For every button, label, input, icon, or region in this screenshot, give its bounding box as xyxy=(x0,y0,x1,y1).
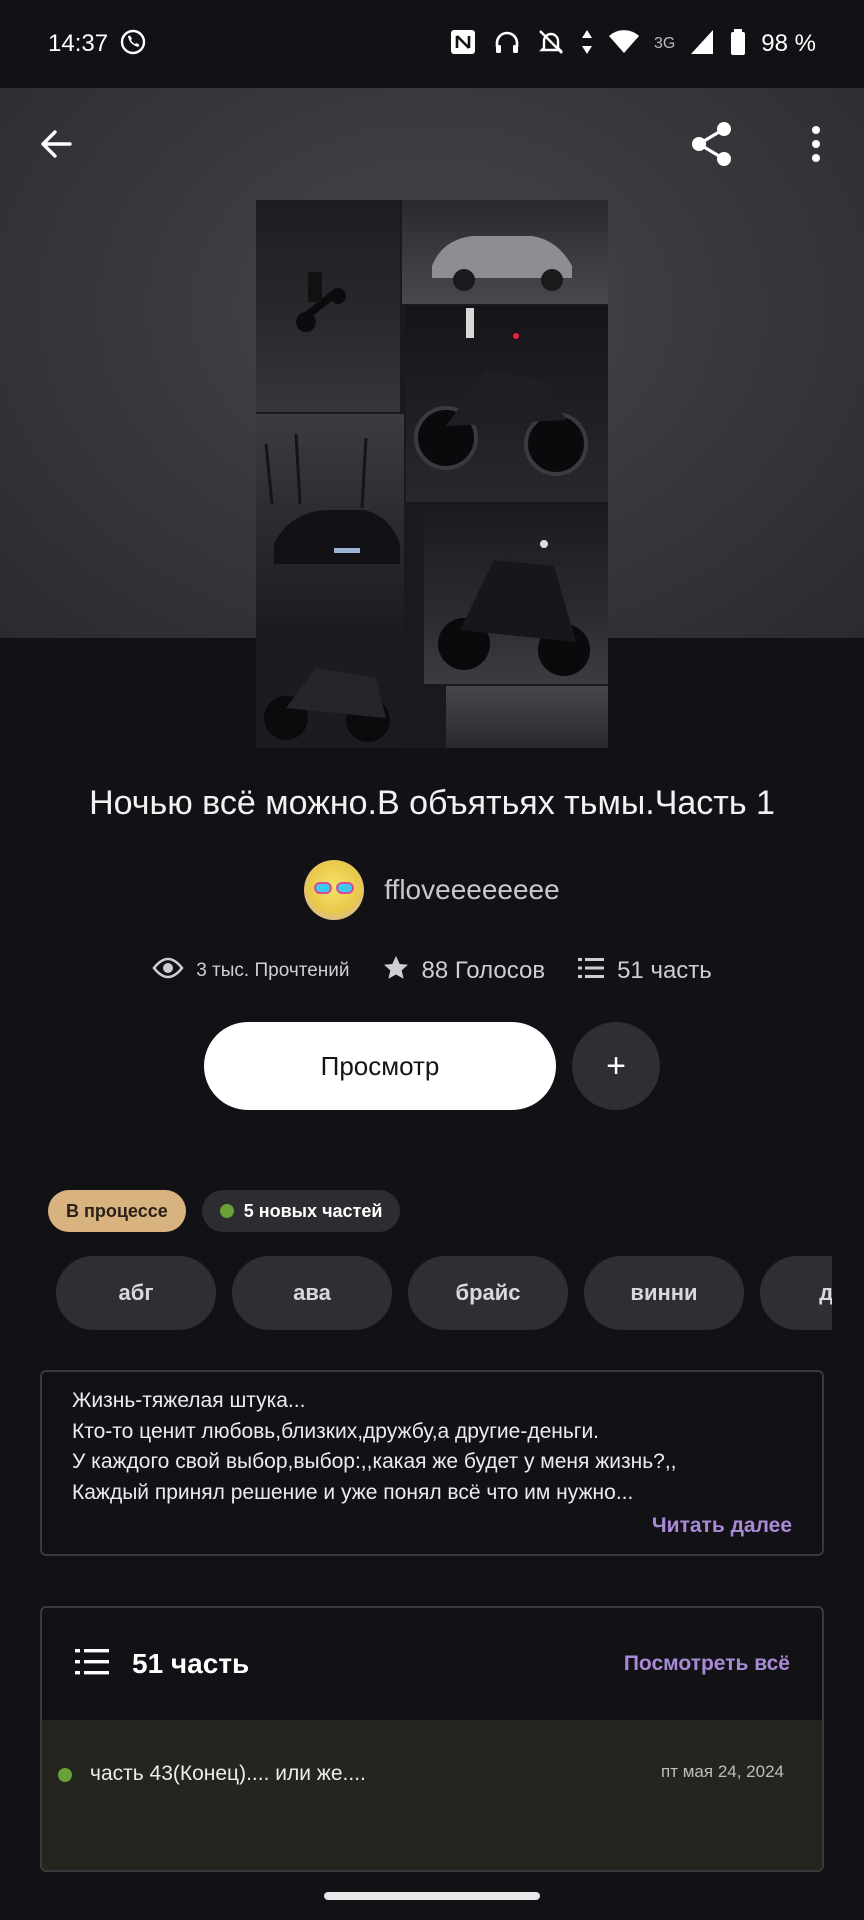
viber-icon xyxy=(118,27,148,62)
read-more-link[interactable]: Читать далее xyxy=(652,1514,792,1538)
status-time: 14:37 xyxy=(48,30,109,57)
new-parts-label: 5 новых частей xyxy=(243,1200,383,1221)
cover-tile-rider xyxy=(256,200,400,412)
cover-tile-bike-parking xyxy=(406,306,608,502)
cover-tile-car-white xyxy=(402,200,608,304)
eye-icon xyxy=(152,956,184,985)
author-row[interactable]: ffloveeeeeeee xyxy=(0,860,864,920)
parts-stat: 51 часть xyxy=(577,955,712,986)
list-icon xyxy=(74,1646,110,1683)
wifi-icon xyxy=(608,27,640,62)
headphones-icon xyxy=(492,27,522,62)
description-box[interactable]: Жизнь-тяжелая штука... Кто-то ценит любо… xyxy=(40,1370,824,1556)
network-type: 3G xyxy=(653,35,676,52)
reads-stat: 3 тыс. Прочтений xyxy=(152,956,350,985)
add-to-library-button[interactable]: + xyxy=(572,1022,660,1110)
description-line: Жизнь-тяжелая штука... xyxy=(72,1389,306,1412)
votes-stat: 88 Голосов xyxy=(382,954,546,987)
description-line: Кто-то ценит любовь,близких,дружбу,а дру… xyxy=(72,1419,600,1443)
tags-row: абг ава брайс винни дже xyxy=(56,1256,832,1330)
cover-tile-car-black xyxy=(256,414,404,636)
badge-row: В процессе 5 новых частей xyxy=(48,1190,401,1232)
bell-off-icon xyxy=(536,27,566,62)
parts-count: 51 часть xyxy=(617,956,712,984)
data-arrows-icon xyxy=(580,27,594,62)
share-icon[interactable] xyxy=(680,112,744,176)
star-icon xyxy=(382,954,410,987)
battery-icon xyxy=(729,27,747,62)
stats-row: 3 тыс. Прочтений 88 Голосов 51 часть xyxy=(0,954,864,987)
more-vertical-icon[interactable] xyxy=(784,112,848,176)
description-line: Каждый принял решение и уже понял всё чт… xyxy=(72,1480,634,1504)
cover-tile-bike-side xyxy=(256,638,402,748)
new-dot-icon xyxy=(58,1768,72,1782)
signal-icon xyxy=(689,27,715,62)
nfc-icon xyxy=(448,27,478,62)
description-line: У каждого свой выбор,выбор:,,какая же бу… xyxy=(72,1450,677,1473)
battery-level: 98 % xyxy=(761,30,816,57)
parts-header: 51 часть Посмотреть всё xyxy=(42,1608,822,1720)
cover-tile-car-smoke xyxy=(446,686,608,748)
author-name[interactable]: ffloveeeeeeee xyxy=(384,874,559,906)
list-icon xyxy=(577,955,605,986)
votes-count: 88 Голосов xyxy=(421,956,546,984)
cover-tile-bike-night xyxy=(424,504,608,684)
part-title: часть 43(Конец).... или же.... xyxy=(90,1762,366,1785)
story-title: Ночью всё можно.В объятьях тьмы.Часть 1 xyxy=(89,784,775,822)
tag-chip[interactable]: ава xyxy=(232,1256,392,1330)
new-parts-badge: 5 новых частей xyxy=(201,1190,401,1232)
parts-title: 51 часть xyxy=(132,1648,250,1679)
tag-chip[interactable]: брайс xyxy=(408,1256,568,1330)
author-avatar[interactable] xyxy=(304,860,365,920)
back-arrow-icon[interactable] xyxy=(24,112,88,176)
story-cover-image[interactable] xyxy=(256,200,608,748)
part-list-item[interactable]: часть 43(Конец).... или же.... пт мая 24… xyxy=(42,1720,822,1870)
part-date: пт мая 24, 2024 xyxy=(661,1762,784,1781)
tag-chip[interactable]: винни xyxy=(584,1256,744,1330)
status-badge: В процессе xyxy=(48,1190,186,1232)
home-indicator[interactable] xyxy=(324,1892,540,1900)
parts-section: 51 часть Посмотреть всё часть 43(Конец).… xyxy=(40,1606,824,1872)
app-bar xyxy=(0,88,864,198)
read-button[interactable]: Просмотр xyxy=(204,1022,556,1110)
reads-count: 3 тыс. Прочтений xyxy=(196,959,350,981)
new-dot-icon xyxy=(219,1204,234,1218)
view-all-link[interactable]: Посмотреть всё xyxy=(624,1652,790,1676)
tag-chip[interactable]: абг xyxy=(56,1256,216,1330)
tag-chip[interactable]: дже xyxy=(760,1256,832,1330)
status-bar: 14:37 3G 98 % xyxy=(0,0,864,88)
